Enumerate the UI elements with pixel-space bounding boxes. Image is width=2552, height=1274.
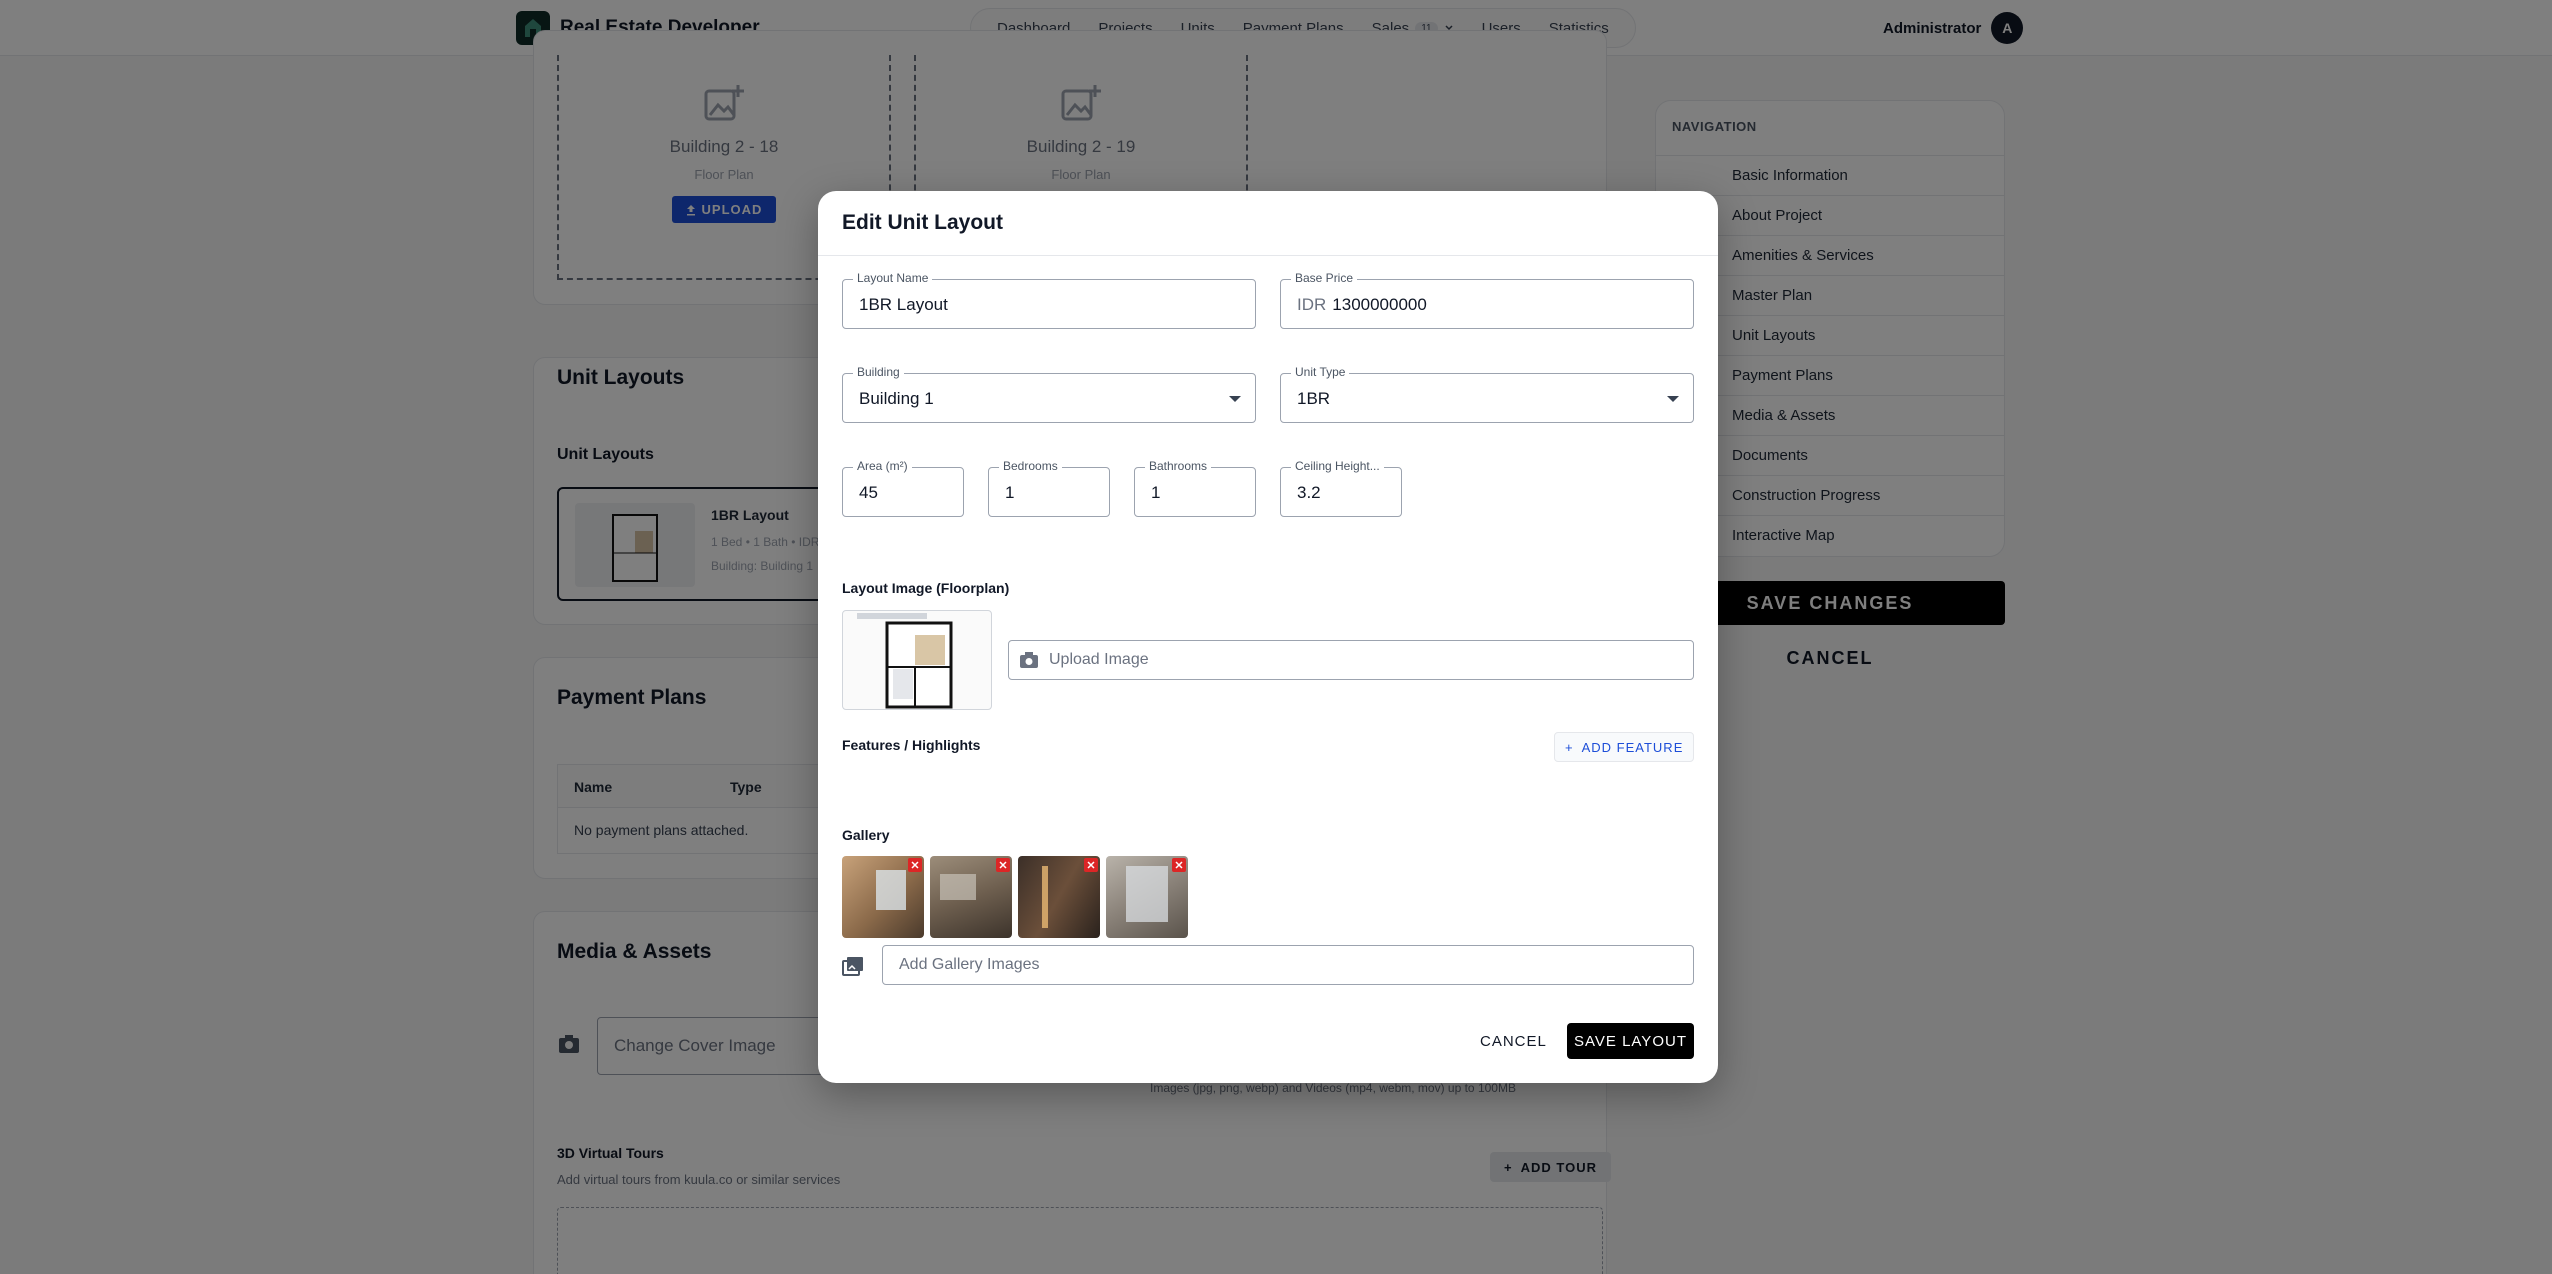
layout-name-value: 1BR Layout — [859, 295, 948, 314]
layout-image-label: Layout Image (Floorplan) — [842, 580, 1010, 596]
building-select[interactable]: Building Building 1 — [842, 365, 1256, 423]
save-layout-button[interactable]: SAVE LAYOUT — [1567, 1023, 1694, 1059]
edit-unit-layout-dialog: Edit Unit Layout Layout Name 1BR Layout … — [818, 191, 1718, 1083]
unit-type-select[interactable]: Unit Type 1BR — [1280, 365, 1694, 423]
gallery-label: Gallery — [842, 827, 890, 843]
base-price-value: IDR 1300000000 — [1297, 295, 1427, 315]
dialog-title: Edit Unit Layout — [842, 211, 1003, 234]
bedrooms-label: Bedrooms — [999, 459, 1062, 473]
window-shape — [940, 874, 976, 900]
area-label: Area (m²) — [853, 459, 912, 473]
add-feature-label: ADD FEATURE — [1581, 739, 1684, 755]
window-shape — [876, 870, 906, 910]
bedrooms-value: 1 — [1005, 483, 1015, 502]
dropdown-caret-icon — [1667, 396, 1679, 402]
layout-name-label: Layout Name — [853, 271, 933, 285]
bathrooms-field[interactable]: Bathrooms 1 — [1134, 459, 1256, 517]
floorplan-preview[interactable] — [842, 610, 992, 710]
dialog-cancel-button[interactable]: CANCEL — [1480, 1033, 1547, 1050]
plus-icon: + — [1565, 739, 1574, 755]
remove-image-icon[interactable] — [1084, 858, 1098, 872]
add-gallery-images-input[interactable]: Add Gallery Images — [882, 945, 1694, 985]
gallery-image[interactable] — [842, 856, 924, 938]
ceiling-height-field[interactable]: Ceiling Height... 3.2 — [1280, 459, 1402, 517]
building-label: Building — [853, 365, 904, 379]
remove-image-icon[interactable] — [1172, 858, 1186, 872]
layout-name-field[interactable]: Layout Name 1BR Layout — [842, 271, 1256, 329]
building-value: Building 1 — [859, 389, 934, 408]
bathrooms-value: 1 — [1151, 483, 1161, 502]
base-price-field[interactable]: Base Price IDR 1300000000 — [1280, 271, 1694, 329]
gallery-image[interactable] — [1018, 856, 1100, 938]
gallery-image[interactable] — [930, 856, 1012, 938]
light-strip — [1042, 866, 1048, 928]
bathrooms-label: Bathrooms — [1145, 459, 1212, 473]
base-price-label: Base Price — [1291, 271, 1358, 285]
camera-icon — [1019, 651, 1039, 674]
gallery-image[interactable] — [1106, 856, 1188, 938]
unit-type-value: 1BR — [1297, 389, 1331, 408]
ceiling-height-label: Ceiling Height... — [1291, 459, 1384, 473]
base-price-amount: 1300000000 — [1332, 295, 1427, 314]
gallery-icon — [842, 956, 864, 981]
remove-image-icon[interactable] — [996, 858, 1010, 872]
currency-prefix: IDR — [1297, 295, 1327, 314]
unit-type-label: Unit Type — [1291, 365, 1350, 379]
upload-image-input[interactable]: Upload Image — [1008, 640, 1694, 680]
area-field[interactable]: Area (m²) 45 — [842, 459, 964, 517]
add-feature-button[interactable]: + ADD FEATURE — [1554, 732, 1695, 762]
bedrooms-field[interactable]: Bedrooms 1 — [988, 459, 1110, 517]
gallery-placeholder: Add Gallery Images — [899, 956, 1040, 973]
divider — [818, 255, 1718, 256]
ceiling-height-value: 3.2 — [1297, 483, 1321, 502]
dropdown-caret-icon — [1229, 396, 1241, 402]
features-label: Features / Highlights — [842, 737, 981, 753]
window-shape — [1126, 866, 1168, 922]
remove-image-icon[interactable] — [908, 858, 922, 872]
upload-image-placeholder: Upload Image — [1049, 651, 1149, 668]
area-value: 45 — [859, 483, 878, 502]
